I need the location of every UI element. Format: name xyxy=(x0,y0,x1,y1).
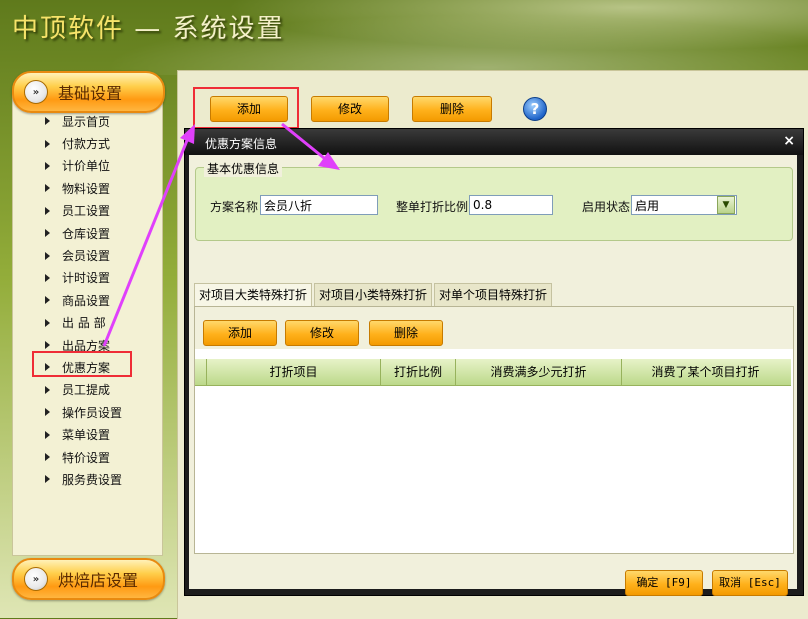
sidebar-item-staff[interactable]: 员工设置 xyxy=(40,200,122,222)
tab-minor-category[interactable]: 对项目小类特殊打折 xyxy=(314,283,433,306)
sidebar-item-special-price[interactable]: 特价设置 xyxy=(40,446,122,468)
status-label: 启用状态 xyxy=(582,200,631,214)
sidebar-item-label: 仓库设置 xyxy=(62,226,111,241)
tab-major-category[interactable]: 对项目大类特殊打折 xyxy=(194,283,313,307)
ok-button[interactable]: 确定 [F9] xyxy=(625,570,703,596)
add-button-highlight xyxy=(193,87,299,129)
discount-ratio-label: 整单打折比例 xyxy=(396,200,469,214)
brand-name: 中顶软件 xyxy=(12,14,125,44)
sidebar-item-service-fee[interactable]: 服务费设置 xyxy=(40,468,122,490)
dialog-title: 优惠方案信息 xyxy=(205,137,278,151)
sidebar-item-label: 计价单位 xyxy=(62,159,111,174)
category-basic-settings[interactable]: » 基础设置 xyxy=(12,71,165,113)
sidebar-item-label: 付款方式 xyxy=(62,137,111,152)
sidebar-item-operator[interactable]: 操作员设置 xyxy=(40,401,122,423)
app-title: 中顶软件 — 系统设置 xyxy=(12,8,285,45)
dialog-body: 基本优惠信息 方案名称 整单打折比例 启用状态 启用 ▼ 对项目大类特殊打折 对… xyxy=(189,155,797,596)
item-delete-button[interactable]: 删除 xyxy=(369,320,443,346)
bullet-icon xyxy=(45,206,50,215)
discount-plan-highlight xyxy=(32,351,132,377)
tab-single-item[interactable]: 对单个项目特殊打折 xyxy=(434,283,553,306)
item-add-button[interactable]: 添加 xyxy=(203,320,277,346)
sidebar-item-label: 菜单设置 xyxy=(62,428,111,443)
sidebar-item-output-dept[interactable]: 出 品 部 xyxy=(40,312,122,334)
edit-button[interactable]: 修改 xyxy=(311,96,389,122)
sidebar-item-label: 员工设置 xyxy=(62,204,111,219)
status-select[interactable]: 启用 ▼ xyxy=(631,195,737,215)
sidebar-item-label: 员工提成 xyxy=(62,383,111,398)
basic-discount-group: 基本优惠信息 方案名称 整单打折比例 启用状态 启用 ▼ xyxy=(195,160,793,241)
item-edit-button[interactable]: 修改 xyxy=(285,320,359,346)
question-icon[interactable]: ? xyxy=(523,97,547,121)
chevron-down-icon: ▼ xyxy=(717,196,735,214)
bullet-icon xyxy=(45,318,50,327)
dialog-titlebar: 优惠方案信息 × xyxy=(185,129,803,155)
sidebar-item-goods[interactable]: 商品设置 xyxy=(40,289,122,311)
expand-icon: » xyxy=(24,80,48,104)
sidebar-item-label: 物料设置 xyxy=(62,181,111,196)
sidebar-item-timing[interactable]: 计时设置 xyxy=(40,267,122,289)
group-title: 基本优惠信息 xyxy=(204,160,283,177)
expand-icon: » xyxy=(24,567,48,591)
sidebar-item-label: 出 品 部 xyxy=(62,316,106,331)
column-header-spend-threshold[interactable]: 消费满多少元打折 xyxy=(456,359,622,385)
bullet-icon xyxy=(45,273,50,282)
cancel-button[interactable]: 取消 [Esc] xyxy=(712,570,788,596)
bullet-icon xyxy=(45,453,50,462)
sidebar-item-label: 会员设置 xyxy=(62,249,111,264)
column-header-ratio[interactable]: 打折比例 xyxy=(381,359,456,385)
bullet-icon xyxy=(45,117,50,126)
tab-panel: 添加 修改 删除 打折项目 打折比例 消费满多少元打折 消费了某个项目打折 xyxy=(194,306,794,554)
sidebar-item-label: 商品设置 xyxy=(62,293,111,308)
sidebar-item-member[interactable]: 会员设置 xyxy=(40,244,122,266)
sidebar-item-payment[interactable]: 付款方式 xyxy=(40,132,122,154)
scheme-name-input[interactable] xyxy=(260,195,378,215)
sidebar-item-label: 服务费设置 xyxy=(62,472,123,487)
close-icon[interactable]: × xyxy=(783,133,795,149)
bullet-icon xyxy=(45,475,50,484)
bullet-icon xyxy=(45,430,50,439)
sidebar-item-label: 计时设置 xyxy=(62,271,111,286)
title-separator: — xyxy=(124,14,173,44)
sidebar-item-home[interactable]: 显示首页 xyxy=(40,110,122,132)
sidebar-item-menu[interactable]: 菜单设置 xyxy=(40,423,122,445)
sidebar-item-unit[interactable]: 计价单位 xyxy=(40,155,122,177)
category-label: 烘焙店设置 xyxy=(58,571,139,590)
bullet-icon xyxy=(45,296,50,305)
column-header-item[interactable]: 打折项目 xyxy=(207,359,381,385)
bullet-icon xyxy=(45,184,50,193)
category-label: 基础设置 xyxy=(58,84,123,103)
bullet-icon xyxy=(45,161,50,170)
window-title: 系统设置 xyxy=(172,14,285,44)
discount-plan-dialog: 优惠方案信息 × 基本优惠信息 方案名称 整单打折比例 启用状态 启用 ▼ 对项… xyxy=(184,128,804,596)
bullet-icon xyxy=(45,229,50,238)
bullet-icon xyxy=(45,139,50,148)
sidebar-item-material[interactable]: 物料设置 xyxy=(40,177,122,199)
sidebar-item-label: 特价设置 xyxy=(62,450,111,465)
sidebar-menu: 显示首页 付款方式 计价单位 物料设置 员工设置 仓库设置 会员设置 计时设置 … xyxy=(40,110,122,491)
bullet-icon xyxy=(45,408,50,417)
delete-button[interactable]: 删除 xyxy=(412,96,492,122)
bullet-icon xyxy=(45,341,50,350)
scheme-name-label: 方案名称 xyxy=(210,200,259,214)
column-header-item-condition[interactable]: 消费了某个项目打折 xyxy=(622,359,789,385)
bullet-icon xyxy=(45,385,50,394)
category-bakery-settings[interactable]: » 烘焙店设置 xyxy=(12,558,165,600)
sidebar-item-label: 显示首页 xyxy=(62,114,111,129)
bullet-icon xyxy=(45,251,50,260)
sidebar-item-label: 操作员设置 xyxy=(62,405,123,420)
sidebar-item-warehouse[interactable]: 仓库设置 xyxy=(40,222,122,244)
sidebar-item-commission[interactable]: 员工提成 xyxy=(40,379,122,401)
grid-header: 打折项目 打折比例 消费满多少元打折 消费了某个项目打折 xyxy=(195,359,791,386)
tab-toolbar: 添加 修改 删除 xyxy=(195,307,793,349)
status-value: 启用 xyxy=(635,198,660,213)
column-header-indicator[interactable] xyxy=(195,359,207,385)
discount-ratio-input[interactable] xyxy=(469,195,553,215)
